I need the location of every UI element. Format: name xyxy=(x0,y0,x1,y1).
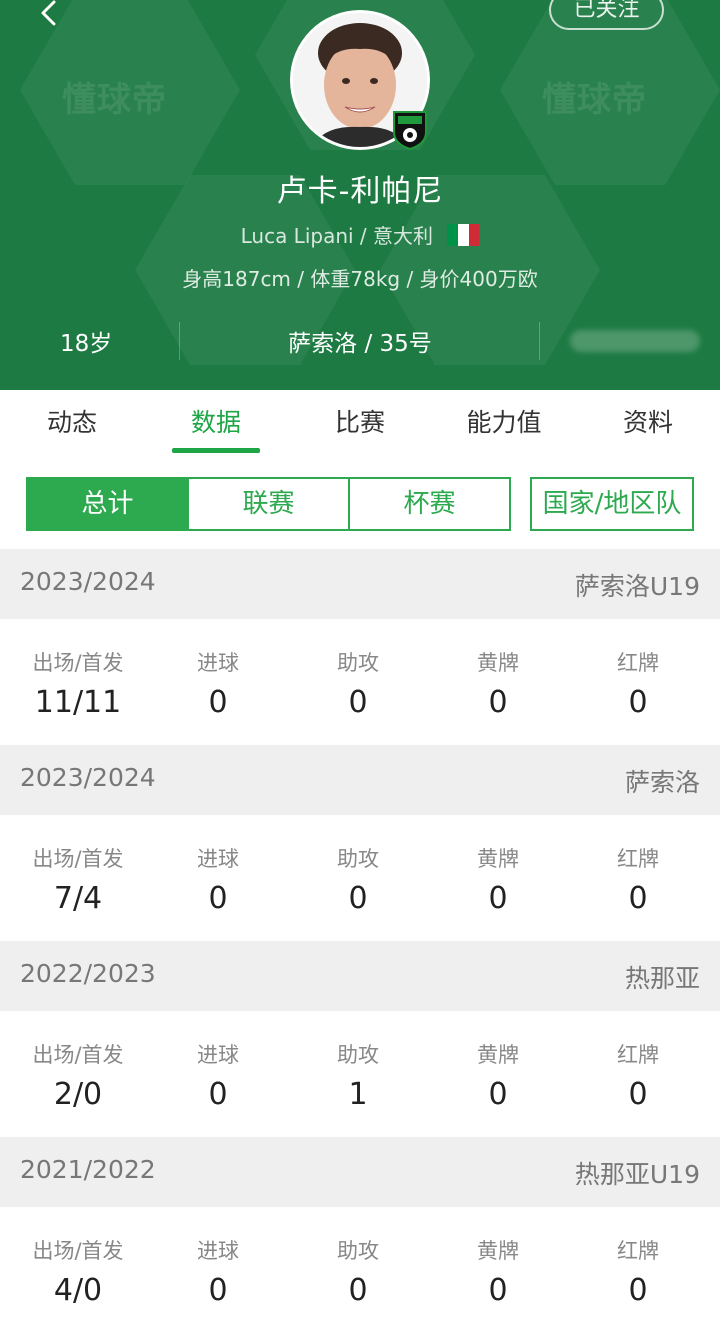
stat-label-red-cards: 红牌 xyxy=(617,651,659,675)
chevron-left-icon xyxy=(41,0,56,26)
season-team: 萨索洛U19 xyxy=(574,572,700,601)
season-stats-row: 出场/首发 11/11 进球 0 助攻 0 黄牌 0 红牌 0 xyxy=(0,619,720,745)
italy-flag-icon xyxy=(447,224,480,246)
stat-label-appearances: 出场/首发 xyxy=(32,651,124,675)
stat-label-assists: 助攻 xyxy=(337,651,379,675)
stat-value-yellow-cards: 0 xyxy=(488,1273,508,1308)
season-year: 2023/2024 xyxy=(20,763,156,792)
stat-value-appearances: 2/0 xyxy=(53,1077,103,1112)
tab-matches[interactable]: 比赛 xyxy=(288,390,432,458)
profile-tabs: 动态 数据 比赛 能力值 资料 xyxy=(0,390,720,458)
filter-national-team[interactable]: 国家/地区队 xyxy=(530,477,694,531)
stat-value-goals: 0 xyxy=(208,685,228,720)
season-stats-row: 出场/首发 4/0 进球 0 助攻 0 黄牌 0 红牌 0 xyxy=(0,1207,720,1327)
filter-league[interactable]: 联赛 xyxy=(187,477,350,531)
player-body-info: 身高187cm / 体重78kg / 身价400万欧 xyxy=(182,267,538,291)
season-year: 2021/2022 xyxy=(20,1155,156,1184)
stat-value-assists: 0 xyxy=(348,881,368,916)
stat-label-appearances: 出场/首发 xyxy=(32,1043,124,1067)
stat-value-yellow-cards: 0 xyxy=(488,685,508,720)
stat-label-assists: 助攻 xyxy=(337,847,379,871)
season-header: 2023/2024 萨索洛 xyxy=(0,745,720,815)
stat-value-yellow-cards: 0 xyxy=(488,881,508,916)
stat-value-yellow-cards: 0 xyxy=(488,1077,508,1112)
stat-label-appearances: 出场/首发 xyxy=(32,847,124,871)
season-year: 2022/2023 xyxy=(20,959,156,988)
stat-label-yellow-cards: 黄牌 xyxy=(477,651,519,675)
stat-label-assists: 助攻 xyxy=(337,1043,379,1067)
stat-value-red-cards: 0 xyxy=(628,881,648,916)
tab-profile[interactable]: 资料 xyxy=(576,390,720,458)
stat-label-red-cards: 红牌 xyxy=(617,847,659,871)
stat-label-yellow-cards: 黄牌 xyxy=(477,847,519,871)
stat-value-appearances: 7/4 xyxy=(53,881,103,916)
stat-label-yellow-cards: 黄牌 xyxy=(477,1239,519,1263)
stat-label-goals: 进球 xyxy=(197,847,239,871)
stat-value-assists: 0 xyxy=(348,1273,368,1308)
stat-value-goals: 0 xyxy=(208,1077,228,1112)
blurred-info xyxy=(570,330,700,352)
season-team: 热那亚 xyxy=(624,964,700,993)
stat-label-goals: 进球 xyxy=(197,1239,239,1263)
season-stats-row: 出场/首发 2/0 进球 0 助攻 1 黄牌 0 红牌 0 xyxy=(0,1011,720,1137)
player-age: 18岁 xyxy=(60,331,113,357)
stat-value-red-cards: 0 xyxy=(628,1077,648,1112)
season-team: 热那亚U19 xyxy=(574,1160,700,1189)
player-nationality-line: Luca Lipani / 意大利 xyxy=(0,220,720,249)
stat-value-assists: 0 xyxy=(348,685,368,720)
stat-value-red-cards: 0 xyxy=(628,1273,648,1308)
season-header: 2022/2023 热那亚 xyxy=(0,941,720,1011)
stat-value-appearances: 11/11 xyxy=(34,685,122,720)
competition-filter: 总计 联赛 杯赛 国家/地区队 xyxy=(26,477,694,531)
player-name: 卢卡-利帕尼 xyxy=(276,174,444,209)
player-club-number[interactable]: 萨索洛 / 35号 xyxy=(180,324,540,358)
stat-label-yellow-cards: 黄牌 xyxy=(477,1043,519,1067)
filter-total[interactable]: 总计 xyxy=(26,477,189,531)
stat-value-appearances: 4/0 xyxy=(53,1273,103,1308)
season-stats-row: 出场/首发 7/4 进球 0 助攻 0 黄牌 0 红牌 0 xyxy=(0,815,720,941)
club-badge-icon xyxy=(392,110,428,151)
season-header: 2023/2024 萨索洛U19 xyxy=(0,549,720,619)
stat-label-goals: 进球 xyxy=(197,1043,239,1067)
back-button[interactable] xyxy=(34,0,64,30)
season-year: 2023/2024 xyxy=(20,567,156,596)
player-info-bar: 18岁 萨索洛 / 35号 xyxy=(0,316,720,366)
season-header: 2021/2022 热那亚U19 xyxy=(0,1137,720,1207)
tab-ability[interactable]: 能力值 xyxy=(432,390,576,458)
divider xyxy=(539,322,540,360)
stat-value-red-cards: 0 xyxy=(628,685,648,720)
english-name-nationality: Luca Lipani / 意大利 xyxy=(240,224,434,248)
watermark: 懂球帝 xyxy=(542,80,647,120)
stat-label-appearances: 出场/首发 xyxy=(32,1239,124,1263)
season-team: 萨索洛 xyxy=(624,768,700,797)
stat-value-goals: 0 xyxy=(208,1273,228,1308)
watermark: 懂球帝 xyxy=(62,80,167,120)
stat-label-red-cards: 红牌 xyxy=(617,1043,659,1067)
stat-label-red-cards: 红牌 xyxy=(617,1239,659,1263)
player-header: 懂球帝 懂球帝 已关注 卢卡-利帕尼 Luca Lipani / 意大利 身高1… xyxy=(0,0,720,390)
stat-value-assists: 1 xyxy=(348,1077,368,1112)
stat-label-goals: 进球 xyxy=(197,651,239,675)
tab-feed[interactable]: 动态 xyxy=(0,390,144,458)
stat-value-goals: 0 xyxy=(208,881,228,916)
follow-button[interactable]: 已关注 xyxy=(549,0,664,30)
active-tab-indicator xyxy=(172,448,260,453)
stat-label-assists: 助攻 xyxy=(337,1239,379,1263)
filter-cup[interactable]: 杯赛 xyxy=(348,477,511,531)
